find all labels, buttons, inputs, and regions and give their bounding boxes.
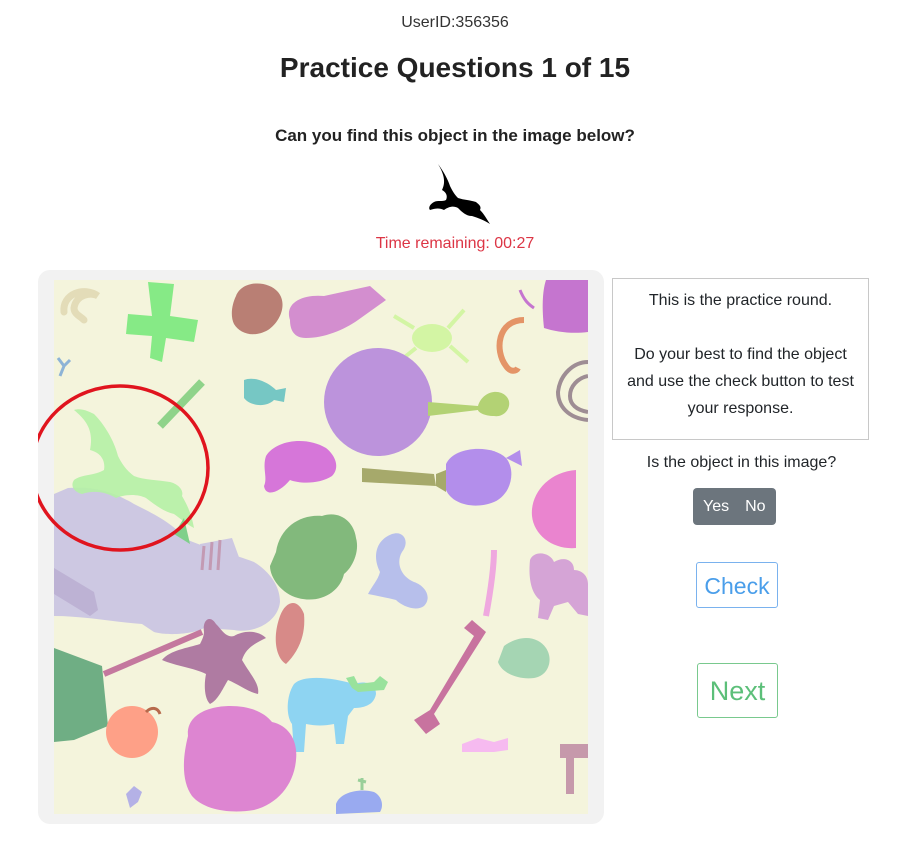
user-id: UserID:356356 (401, 14, 509, 31)
check-button[interactable]: Check (696, 562, 778, 608)
no-button[interactable]: No (737, 488, 775, 525)
answer-question: Is the object in this image? (646, 454, 837, 471)
yes-no-toggle: Yes No (693, 488, 776, 525)
search-prompt: Can you find this object in the image be… (275, 126, 635, 145)
instructions-line-2: Do your best to find the object and use … (627, 346, 854, 417)
instructions-line-1: This is the practice round. (648, 292, 833, 309)
selection-highlight-circle (38, 384, 210, 552)
bat-icon (429, 164, 490, 224)
search-image-panel (38, 270, 604, 824)
next-button[interactable]: Next (697, 663, 778, 718)
time-remaining: Time remaining: 00:27 (375, 235, 535, 252)
page-title: Practice Questions 1 of 15 (279, 52, 631, 83)
instructions-box: This is the practice round. Do your best… (612, 278, 869, 440)
yes-button[interactable]: Yes (693, 488, 737, 525)
